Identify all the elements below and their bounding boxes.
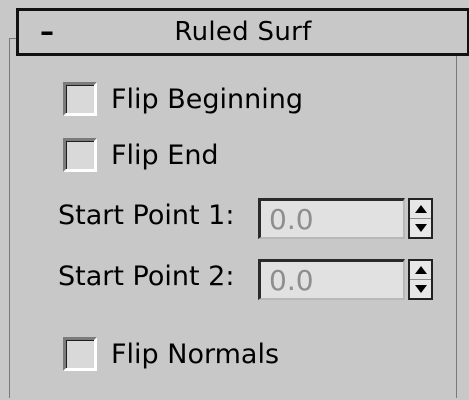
arrow-up-icon [414,266,427,274]
flip-beginning-checkbox[interactable] [63,82,97,116]
flip-beginning-label: Flip Beginning [111,83,304,115]
start-point-2-label: Start Point 2: [58,261,235,292]
start-point-2-decrement[interactable] [410,279,431,298]
start-point-1-input[interactable]: 0.0 [258,198,405,239]
flip-end-checkbox[interactable] [63,138,97,172]
rollout-header[interactable]: – Ruled Surf [16,8,469,56]
start-point-2-row: Start Point 2: 0.0 [58,259,448,301]
arrow-down-icon [414,224,427,232]
start-point-1-decrement[interactable] [410,218,431,237]
flip-normals-label: Flip Normals [111,338,280,370]
start-point-2-spinner[interactable] [408,259,433,300]
flip-beginning-option[interactable]: Flip Beginning [63,79,303,119]
arrow-up-icon [414,205,427,213]
rollout-title: Ruled Surf [174,17,312,47]
start-point-2-increment[interactable] [410,261,431,279]
flip-normals-option[interactable]: Flip Normals [63,334,279,374]
start-point-1-label: Start Point 1: [58,200,235,231]
start-point-1-increment[interactable] [410,200,431,218]
flip-normals-checkbox[interactable] [63,337,97,371]
start-point-1-row: Start Point 1: 0.0 [58,198,448,240]
flip-end-option[interactable]: Flip End [63,135,219,175]
start-point-2-input[interactable]: 0.0 [258,259,405,300]
start-point-1-spinner[interactable] [408,198,433,239]
flip-end-label: Flip End [111,139,219,171]
collapse-icon[interactable]: – [33,11,61,53]
arrow-down-icon [414,285,427,293]
